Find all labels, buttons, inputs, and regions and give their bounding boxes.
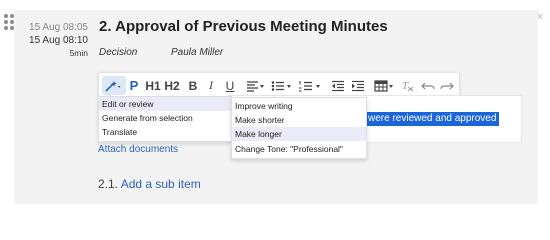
close-icon[interactable]: × (537, 11, 543, 23)
heading1-button[interactable]: H1 (144, 73, 162, 98)
page-title: 2. Approval of Previous Meeting Minutes (99, 18, 388, 35)
magic-wand-icon (105, 80, 123, 92)
table-icon (374, 79, 394, 92)
add-sub-item-link[interactable]: Add a sub item (121, 177, 201, 191)
svg-text:T: T (402, 80, 409, 92)
submenu-item-change-tone[interactable]: Change Tone: "Professional" (232, 142, 366, 156)
heading2-button[interactable]: H2 (163, 73, 181, 98)
edit-review-submenu: Improve writing Make shorter Make longer… (231, 97, 367, 159)
start-time: 15 Aug 08:05 (29, 22, 88, 33)
clear-format-icon: T (401, 79, 415, 92)
menu-item-edit-or-review[interactable]: Edit or review (99, 97, 231, 111)
numbered-list-icon (298, 80, 322, 92)
submenu-item-make-shorter[interactable]: Make shorter (232, 113, 366, 127)
duration: 5min (69, 48, 88, 58)
bullet-list-icon (271, 80, 293, 92)
ai-wand-button[interactable] (102, 76, 126, 95)
ai-actions-menu: Edit or review Generate from selection T… (98, 96, 232, 142)
indent-icon (351, 80, 365, 92)
italic-button[interactable]: I (205, 73, 217, 98)
outdent-icon (331, 80, 345, 92)
item-owner[interactable]: Paula Miller (171, 47, 223, 58)
menu-item-generate-from-selection[interactable]: Generate from selection (99, 111, 231, 125)
add-sub-item-row[interactable]: 2.1. Add a sub item (98, 177, 201, 191)
item-type: Decision (99, 47, 138, 58)
bold-button[interactable]: B (186, 73, 200, 98)
submenu-item-improve-writing[interactable]: Improve writing (232, 99, 366, 113)
selected-text[interactable]: were reviewed and approved (365, 112, 500, 126)
end-time: 15 Aug 08:10 (29, 35, 88, 46)
undo-icon (421, 81, 435, 91)
menu-item-translate[interactable]: Translate (99, 125, 231, 139)
align-left-icon (246, 80, 266, 92)
paragraph-button[interactable]: P (126, 73, 142, 98)
drag-handle-icon[interactable] (4, 14, 16, 34)
attach-documents-link[interactable]: Attach documents (98, 144, 178, 155)
submenu-item-make-longer[interactable]: Make longer (232, 127, 366, 141)
sub-item-number: 2.1. (98, 177, 119, 191)
redo-icon (440, 81, 454, 91)
